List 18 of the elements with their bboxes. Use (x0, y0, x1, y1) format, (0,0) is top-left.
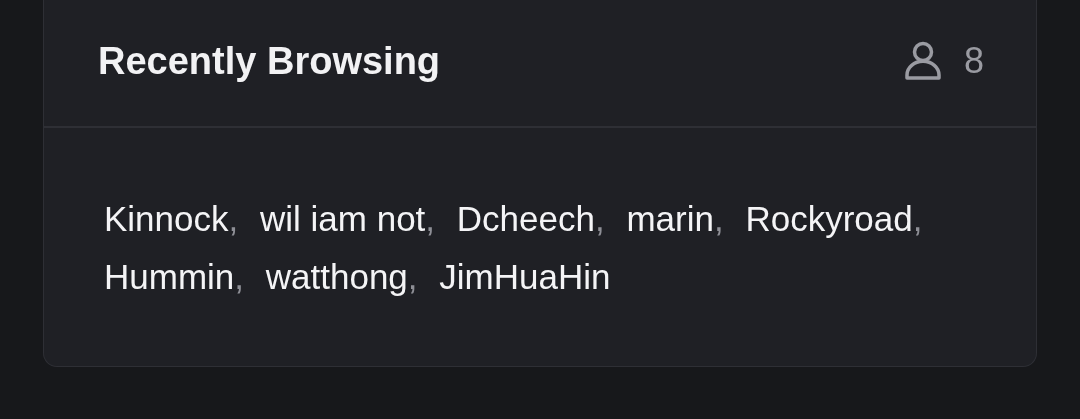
user-link[interactable]: Hummin (104, 257, 235, 296)
user-link[interactable]: Dcheech (456, 199, 595, 238)
person-icon (903, 41, 942, 81)
separator: , (912, 199, 923, 238)
panel-title: Recently Browsing (98, 39, 441, 83)
user-link[interactable]: JimHuaHin (439, 257, 611, 296)
user-link[interactable]: marin (626, 199, 714, 238)
separator: , (234, 257, 245, 296)
user-link[interactable]: Rockyroad (745, 199, 913, 238)
user-link[interactable]: Kinnock (104, 199, 229, 238)
separator: , (425, 199, 436, 238)
separator: , (594, 199, 605, 238)
separator: , (407, 257, 418, 296)
user-link[interactable]: watthong (265, 257, 408, 296)
separator: , (713, 199, 724, 238)
separator: , (228, 199, 239, 238)
viewer-count: 8 (963, 40, 984, 82)
user-link[interactable]: wil iam not (260, 199, 426, 238)
